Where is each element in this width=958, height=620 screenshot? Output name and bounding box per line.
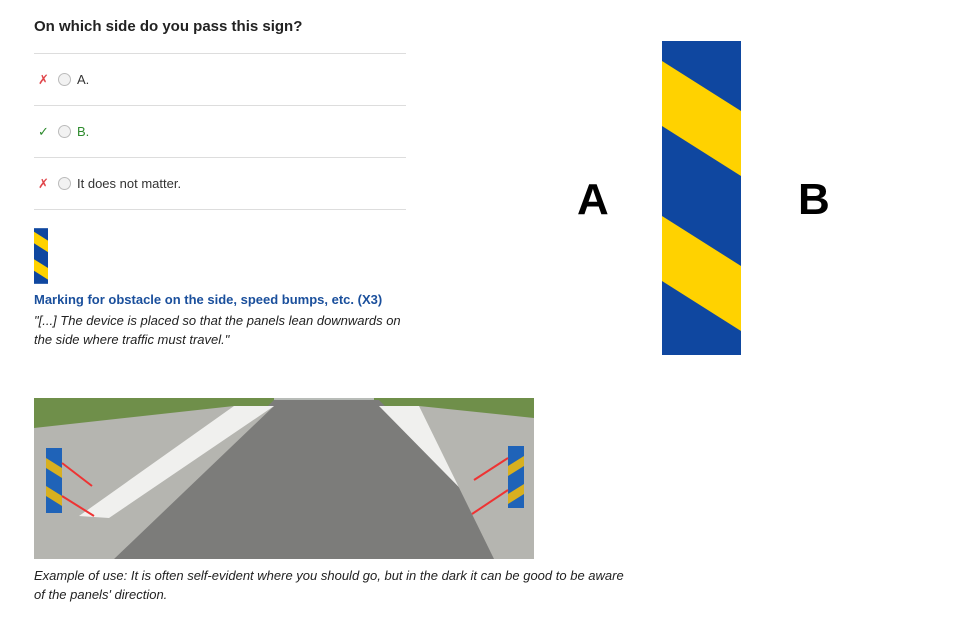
option-b[interactable]: ✓ B. [34,106,406,158]
option-a[interactable]: ✗ A. [34,54,406,106]
option-c[interactable]: ✗ It does not matter. [34,158,406,210]
option-label: B. [77,124,90,139]
radio-button[interactable] [58,73,71,86]
option-label: It does not matter. [77,176,182,191]
label-a: A [577,175,609,224]
option-label: A. [77,72,90,87]
incorrect-icon: ✗ [38,175,49,191]
sign-quote: "[...] The device is placed so that the … [34,313,401,347]
example-photo [34,398,534,559]
label-b: B [798,175,830,224]
example-caption: Example of use: It is often self-evident… [34,568,624,602]
sign-title: Marking for obstacle on the side, speed … [34,292,383,307]
correct-icon: ✓ [38,123,49,139]
obstacle-marker-sign [662,41,741,355]
answer-options: ✗ A. ✓ B. ✗ It does not matter. [34,53,406,210]
incorrect-icon: ✗ [38,71,49,87]
radio-button[interactable] [58,125,71,138]
radio-button[interactable] [58,177,71,190]
question-text: On which side do you pass this sign? [34,18,303,35]
sign-thumbnail [34,228,48,284]
